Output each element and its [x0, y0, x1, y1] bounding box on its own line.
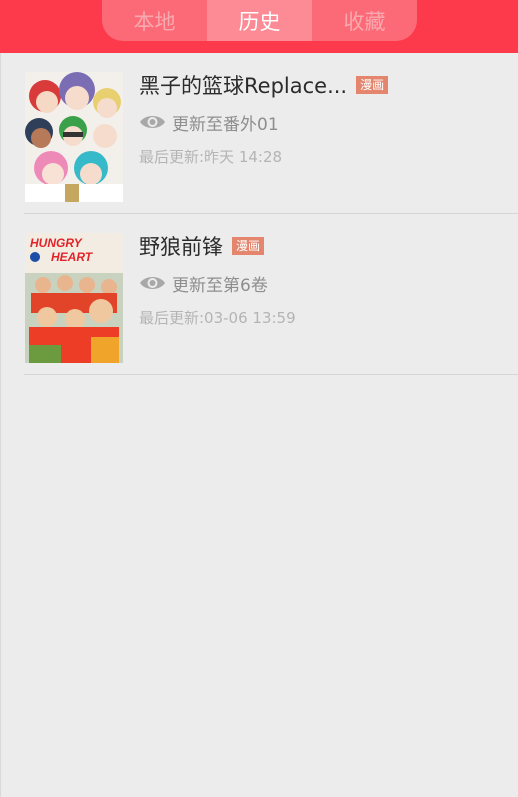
history-list: 黑子的篮球Replace... 漫画 更新至番外01 最后更新:昨天 14:28… [0, 53, 518, 375]
cover-image [25, 72, 123, 202]
list-item[interactable]: 黑子的篮球Replace... 漫画 更新至番外01 最后更新:昨天 14:28 [0, 53, 518, 214]
latest-chapter: 更新至第6卷 [172, 275, 268, 296]
kuroko-cover-art [25, 72, 123, 202]
cover-title-line1: HUNGRY [30, 236, 83, 250]
comic-title: 野狼前锋 [139, 235, 223, 259]
type-badge: 漫画 [356, 76, 389, 94]
update-row: 更新至第6卷 [139, 271, 268, 296]
tab-favorites[interactable]: 收藏 [312, 0, 417, 41]
hungry-heart-cover-art: HUNGRY HEART [25, 233, 123, 363]
last-update-time: 最后更新:03-06 13:59 [139, 309, 296, 327]
app-root: 本地 历史 收藏 黑子的篮球Replace... 漫画 更新至番外01 最后更新… [0, 0, 518, 797]
eye-icon [140, 116, 165, 128]
title-row: 黑子的篮球Replace... 漫画 [139, 70, 389, 100]
comic-title: 黑子的篮球Replace... [139, 74, 348, 98]
segmented-control: 本地 历史 收藏 [102, 0, 417, 41]
update-row: 更新至番外01 [139, 110, 279, 135]
cover-image: HUNGRY HEART [25, 233, 123, 363]
eye-icon [140, 277, 165, 289]
top-bar: 本地 历史 收藏 [0, 0, 518, 53]
divider [24, 374, 518, 375]
type-badge: 漫画 [232, 237, 265, 255]
latest-chapter: 更新至番外01 [172, 114, 279, 135]
tab-local[interactable]: 本地 [102, 0, 207, 41]
list-item[interactable]: HUNGRY HEART 野狼前锋 漫画 更新至第6卷 最后更新:03-06 1… [0, 214, 518, 375]
title-row: 野狼前锋 漫画 [139, 231, 265, 261]
cover-title-line2: HEART [51, 250, 94, 264]
tab-history[interactable]: 历史 [207, 0, 312, 41]
last-update-time: 最后更新:昨天 14:28 [139, 148, 283, 166]
